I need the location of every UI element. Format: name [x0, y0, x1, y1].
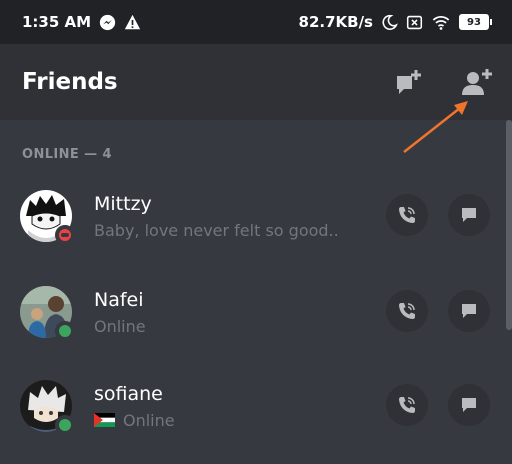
avatar [20, 286, 75, 341]
online-section-label: ONLINE — 4 [22, 147, 112, 162]
friend-name: sofiane [94, 382, 163, 405]
clock: 1:35 AM [22, 13, 92, 31]
phone-icon [399, 397, 415, 413]
chat-bubble-icon [462, 304, 476, 318]
call-button[interactable] [386, 384, 428, 426]
avatar [20, 380, 75, 435]
friend-name: Mittzy [94, 192, 152, 215]
scrollbar[interactable] [506, 120, 512, 330]
palestine-flag-icon [94, 413, 115, 427]
phone-icon [399, 207, 415, 223]
avatar [20, 190, 75, 245]
header-actions [392, 65, 494, 99]
warning-icon [124, 14, 141, 29]
wifi-icon [432, 15, 450, 30]
add-friend-button[interactable] [460, 65, 494, 99]
friend-info: Nafei Online [94, 289, 146, 336]
friend-status: Online [94, 317, 146, 336]
moon-icon [382, 14, 398, 30]
new-group-dm-button[interactable] [392, 65, 426, 99]
friends-header: Friends [0, 44, 512, 120]
battery-level: 93 [459, 14, 489, 30]
message-button[interactable] [448, 384, 490, 426]
chat-bubble-icon [462, 208, 476, 222]
status-text: Online [123, 410, 175, 430]
dnd-status-indicator [55, 225, 75, 245]
call-button[interactable] [386, 194, 428, 236]
status-bar-right: 82.7KB/s 93 [299, 13, 492, 31]
new-message-icon [397, 70, 421, 94]
online-status-indicator [55, 321, 75, 341]
friend-info: Mittzy Baby, love never felt so good.. [94, 193, 339, 240]
message-button[interactable] [448, 194, 490, 236]
friend-row-nafei[interactable]: Nafei Online [0, 272, 506, 352]
battery-indicator: 93 [459, 14, 492, 30]
friend-actions [386, 290, 490, 332]
friend-name: Nafei [94, 288, 144, 311]
call-button[interactable] [386, 290, 428, 332]
page-title: Friends [22, 69, 118, 95]
friend-info: sofiane Online [94, 383, 175, 430]
sim-off-icon [406, 15, 423, 29]
custom-status-text: Baby, love never felt so good.. [94, 220, 339, 240]
status-bar: 1:35 AM 82.7KB/s 93 [0, 0, 512, 44]
status-text: Online [94, 316, 146, 336]
chat-bubble-icon [462, 398, 476, 412]
friend-status: Online [94, 411, 175, 430]
phone-icon [399, 303, 415, 319]
network-speed: 82.7KB/s [298, 13, 373, 31]
messenger-icon [99, 14, 116, 30]
friend-row-mittzy[interactable]: Mittzy Baby, love never felt so good.. [0, 176, 506, 256]
friend-actions [386, 384, 490, 426]
friend-status: Baby, love never felt so good.. [94, 221, 339, 240]
friend-actions [386, 194, 490, 236]
message-button[interactable] [448, 290, 490, 332]
add-friend-icon [462, 69, 492, 95]
friend-row-sofiane[interactable]: sofiane Online [0, 366, 506, 446]
online-status-indicator [55, 415, 75, 435]
status-bar-left: 1:35 AM [22, 13, 141, 31]
